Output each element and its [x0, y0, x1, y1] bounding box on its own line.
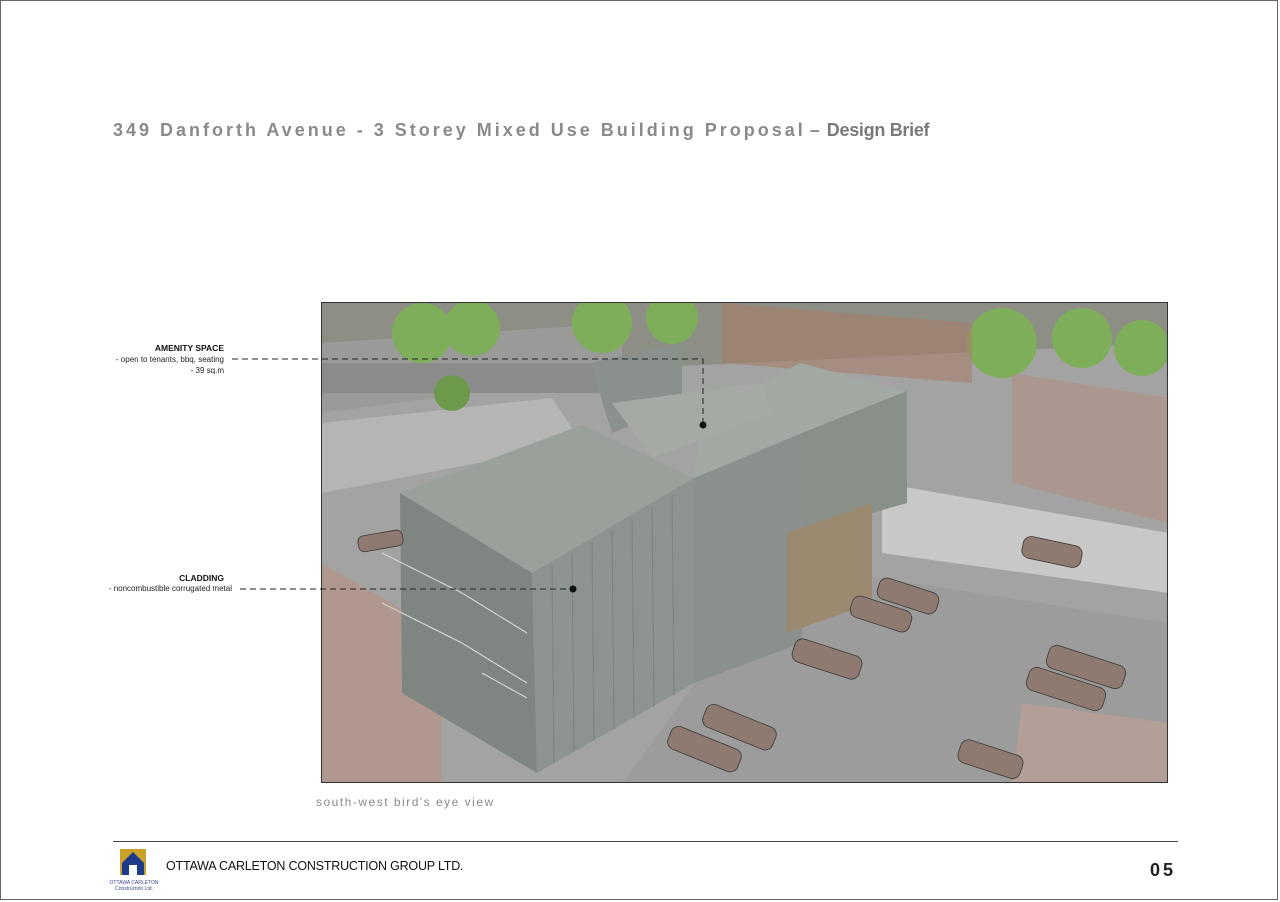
render-caption: south-west bird's eye view — [316, 795, 495, 809]
title-subtitle: Design Brief — [826, 120, 930, 140]
company-name: OTTAWA CARLETON CONSTRUCTION GROUP LTD. — [166, 859, 464, 873]
amenity-callout-title: AMENITY SPACE — [154, 343, 224, 353]
amenity-callout-line2: - 39 sq.m — [190, 366, 224, 375]
page-number: 05 — [1150, 860, 1177, 880]
cladding-callout-line1: - noncombustible corrugated metal — [108, 584, 232, 593]
amenity-callout-line1: - open to tenants, bbq, seating — [115, 355, 224, 364]
page-title: 349 Danforth Avenue - 3 Storey Mixed Use… — [113, 120, 930, 141]
building-render-illustration — [321, 302, 1168, 783]
logo-text: OTTAWA CARLETON Construction Ltd. — [104, 880, 164, 892]
footer-divider — [113, 841, 1178, 842]
title-main: 349 Danforth Avenue - 3 Storey Mixed Use… — [113, 120, 806, 140]
logo-text-line2: Construction Ltd. — [115, 886, 153, 892]
title-separator: – — [809, 120, 823, 140]
cladding-callout-title: CLADDING — [179, 573, 224, 583]
